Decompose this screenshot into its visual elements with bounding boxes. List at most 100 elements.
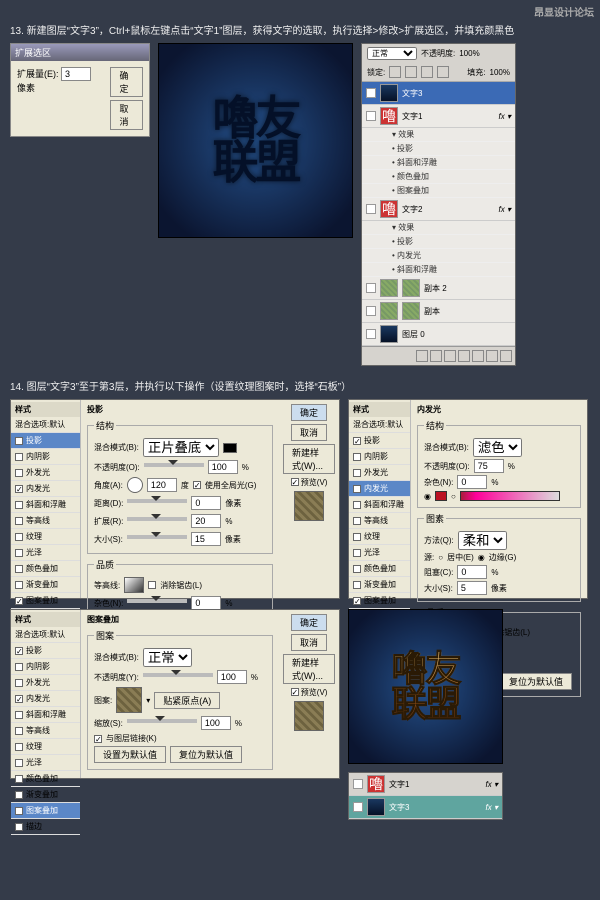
style-pattern[interactable]: 图案叠加 — [11, 803, 80, 819]
blend-options[interactable]: 混合选项:默认 — [11, 417, 80, 433]
layer-text3[interactable]: 文字3 fx ▾ — [349, 796, 502, 819]
layer-copy[interactable]: 副本 — [362, 300, 515, 323]
style-gradient[interactable]: 渐变叠加 — [11, 787, 80, 803]
opacity-value[interactable]: 100% — [459, 49, 479, 58]
lock-pos-icon[interactable] — [421, 66, 433, 78]
source-edge[interactable]: 边缘(G) — [489, 552, 517, 563]
lock-all-icon[interactable] — [437, 66, 449, 78]
style-shadow[interactable]: 投影 — [349, 433, 410, 449]
visibility-icon[interactable] — [366, 204, 376, 214]
cancel-button[interactable]: 取消 — [291, 424, 327, 441]
size-input[interactable] — [191, 532, 221, 546]
folder-icon[interactable] — [472, 350, 484, 362]
layer-bg[interactable]: 图层 0 — [362, 323, 515, 346]
fx-shadow[interactable]: • 投影 — [362, 235, 515, 249]
style-bevel[interactable]: 斜面和浮雕 — [11, 707, 80, 723]
blend-select[interactable]: 正片叠底 — [143, 438, 219, 457]
angle-input[interactable] — [147, 478, 177, 492]
size-input[interactable] — [457, 581, 487, 595]
style-inner-shadow[interactable]: 内阴影 — [11, 659, 80, 675]
angle-dial[interactable] — [127, 477, 143, 493]
style-inner-shadow[interactable]: 内阴影 — [11, 449, 80, 465]
noise-slider[interactable] — [127, 599, 187, 603]
fill-value[interactable]: 100% — [490, 68, 510, 77]
layer-text3[interactable]: 文字3 — [362, 82, 515, 105]
opacity-input[interactable] — [208, 460, 238, 474]
style-gradient[interactable]: 渐变叠加 — [11, 577, 80, 593]
opacity-input[interactable] — [217, 670, 247, 684]
noise-input[interactable] — [191, 596, 221, 610]
visibility-icon[interactable] — [366, 111, 376, 121]
scale-input[interactable] — [201, 716, 231, 730]
size-slider[interactable] — [127, 535, 187, 539]
style-satin[interactable]: 光泽 — [11, 755, 80, 771]
pattern-picker[interactable] — [116, 687, 142, 713]
distance-input[interactable] — [191, 496, 221, 510]
global-check[interactable] — [193, 481, 201, 489]
layer-text1[interactable]: 嚕 文字1 fx ▾ — [362, 105, 515, 128]
distance-slider[interactable] — [127, 499, 187, 503]
method-select[interactable]: 柔和 — [458, 531, 507, 550]
style-color[interactable]: 颜色叠加 — [11, 561, 80, 577]
glow-gradient[interactable] — [460, 491, 560, 501]
snap-origin-button[interactable]: 贴紧原点(A) — [154, 692, 220, 709]
visibility-icon[interactable] — [353, 802, 363, 812]
fx-inner[interactable]: • 内发光 — [362, 249, 515, 263]
reset-default-button[interactable]: 复位为默认值 — [500, 673, 572, 690]
color-swatch[interactable] — [223, 443, 237, 453]
spread-input[interactable] — [191, 514, 221, 528]
anti-check[interactable] — [148, 581, 156, 589]
link-check[interactable] — [94, 735, 102, 743]
trash-icon[interactable] — [500, 350, 512, 362]
style-contour[interactable]: 等高线 — [11, 513, 80, 529]
style-color[interactable]: 颜色叠加 — [349, 561, 410, 577]
choke-input[interactable] — [457, 565, 487, 579]
ok-button[interactable]: 确定 — [110, 67, 143, 97]
visibility-icon[interactable] — [366, 306, 376, 316]
opacity-slider[interactable] — [143, 673, 213, 677]
contour-picker[interactable] — [124, 577, 144, 593]
visibility-icon[interactable] — [353, 779, 363, 789]
style-inner-glow[interactable]: 内发光 — [11, 481, 80, 497]
fx-icon[interactable] — [430, 350, 442, 362]
source-center[interactable]: 居中(E) — [447, 552, 474, 563]
scale-slider[interactable] — [127, 719, 197, 723]
style-gradient[interactable]: 渐变叠加 — [349, 577, 410, 593]
expand-amount-input[interactable] — [61, 67, 91, 81]
fx-header[interactable]: ▾ 效果 — [362, 221, 515, 235]
noise-input[interactable] — [457, 475, 487, 489]
fx-shadow[interactable]: • 投影 — [362, 142, 515, 156]
style-satin[interactable]: 光泽 — [11, 545, 80, 561]
preview-check[interactable] — [291, 478, 299, 486]
blend-select[interactable]: 滤色 — [473, 438, 522, 457]
preview-check[interactable] — [291, 688, 299, 696]
blend-select[interactable]: 正常 — [143, 648, 192, 667]
spread-slider[interactable] — [127, 517, 187, 521]
style-pattern[interactable]: 图案叠加 — [349, 593, 410, 609]
link-icon[interactable] — [416, 350, 428, 362]
opacity-input[interactable] — [474, 459, 504, 473]
fx-bevel[interactable]: • 斜面和浮雕 — [362, 263, 515, 277]
lock-transparent-icon[interactable] — [389, 66, 401, 78]
fx-bevel[interactable]: • 斜面和浮雕 — [362, 156, 515, 170]
style-texture[interactable]: 纹理 — [11, 739, 80, 755]
style-satin[interactable]: 光泽 — [349, 545, 410, 561]
visibility-icon[interactable] — [366, 283, 376, 293]
layer-copy2[interactable]: 副本 2 — [362, 277, 515, 300]
style-bevel[interactable]: 斜面和浮雕 — [11, 497, 80, 513]
cancel-button[interactable]: 取消 — [291, 634, 327, 651]
fx-header[interactable]: ▾ 效果 — [362, 128, 515, 142]
style-pattern[interactable]: 图案叠加 — [11, 593, 80, 609]
ok-button[interactable]: 确定 — [291, 404, 327, 421]
style-outer-glow[interactable]: 外发光 — [11, 465, 80, 481]
glow-color[interactable] — [435, 491, 447, 501]
make-default-button[interactable]: 设置为默认值 — [94, 746, 166, 763]
new-layer-icon[interactable] — [486, 350, 498, 362]
new-style-button[interactable]: 新建样式(W)... — [283, 654, 335, 684]
style-texture[interactable]: 纹理 — [11, 529, 80, 545]
mask-icon[interactable] — [444, 350, 456, 362]
blend-options[interactable]: 混合选项:默认 — [349, 417, 410, 433]
style-outer-glow[interactable]: 外发光 — [349, 465, 410, 481]
opacity-slider[interactable] — [144, 463, 204, 467]
blend-options[interactable]: 混合选项:默认 — [11, 627, 80, 643]
